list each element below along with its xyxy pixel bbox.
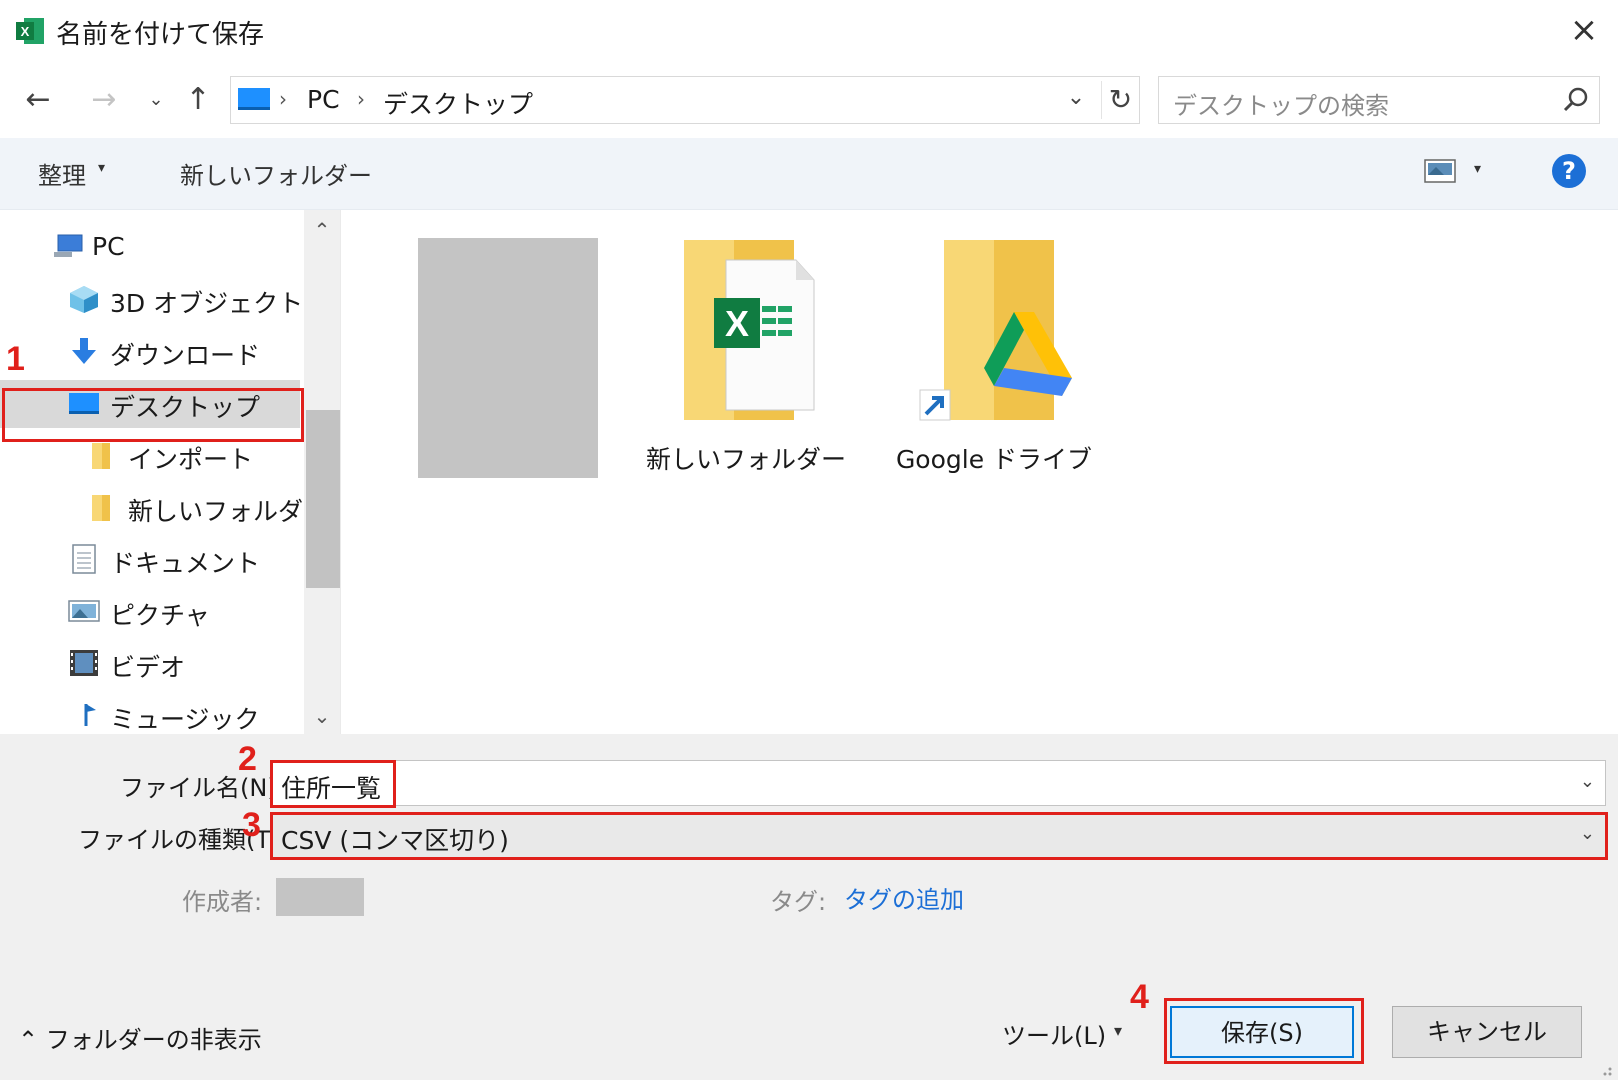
annotation-step-4: 4 (1130, 978, 1149, 1016)
author-label: 作成者: (182, 888, 263, 916)
svg-text:X: X (21, 24, 30, 39)
filetype-select[interactable]: CSV (コンマ区切り) ⌄ (270, 812, 1606, 858)
file-item-google-drive[interactable]: Google ドライブ (894, 240, 1094, 490)
organize-caret-icon[interactable]: ▾ (98, 160, 105, 176)
tree-label: ドキュメント (110, 549, 261, 578)
tree-item-downloads[interactable]: ダウンロード (0, 328, 300, 376)
chevron-down-icon[interactable]: ⌄ (1580, 823, 1595, 844)
file-item-label: Google ドライブ (895, 445, 1093, 474)
search-placeholder[interactable]: デスクトップの検索 (1173, 86, 1389, 121)
save-button[interactable]: 保存(S) (1170, 1006, 1354, 1058)
tree-item-pictures[interactable]: ピクチャ (0, 588, 300, 636)
save-options-panel: ファイル名(N): 住所一覧 ⌄ ファイルの種類(T): CSV (コンマ区切り… (0, 734, 1618, 1080)
filename-label: ファイル名(N): (120, 774, 285, 802)
folder-icon (92, 495, 110, 521)
navigation-pane: PC 3D オブジェクト ダウンロード デスクトップ インポート 新しいフォルダ… (0, 210, 340, 734)
google-drive-folder-icon (919, 240, 1072, 421)
forward-arrow-icon[interactable]: → (86, 82, 122, 118)
music-icon (84, 704, 96, 726)
tree-item-music[interactable]: ミュージック (0, 692, 300, 734)
breadcrumb-desktop[interactable]: デスクトップ (383, 85, 533, 121)
close-icon[interactable]: × (1566, 12, 1602, 48)
up-arrow-icon[interactable]: ↑ (180, 82, 216, 118)
3d-objects-icon (70, 286, 98, 313)
desktop-icon (69, 393, 99, 414)
breadcrumb-separator-icon: › (357, 87, 365, 111)
documents-icon (72, 544, 96, 574)
tree-label: ピクチャ (110, 601, 210, 630)
window-title: 名前を付けて保存 (56, 20, 265, 50)
annotation-step-2: 2 (238, 740, 257, 778)
recent-locations-chevron-icon[interactable]: ⌄ (138, 82, 174, 118)
tags-label: タグ: (770, 888, 827, 916)
hide-folders-label: フォルダーの非表示 (45, 1026, 262, 1054)
navigation-scrollbar[interactable]: ⌃ ⌄ (304, 210, 340, 734)
tree-item-desktop[interactable]: デスクトップ (0, 380, 300, 428)
tree-label: デスクトップ (110, 393, 261, 422)
scroll-down-icon[interactable]: ⌄ (304, 698, 340, 734)
filename-field[interactable]: 住所一覧 ⌄ (270, 760, 1606, 806)
svg-text:X: X (725, 303, 749, 344)
address-dropdown-icon[interactable]: ⌄ (1061, 85, 1091, 110)
download-icon (72, 338, 96, 364)
file-item-new-folder[interactable]: X 新しいフォルダー (646, 240, 846, 490)
view-caret-icon[interactable]: ▾ (1474, 161, 1481, 177)
tree-item-documents[interactable]: ドキュメント (0, 536, 300, 584)
navigation-bar: ← → ⌄ ↑ › PC › デスクトップ ⌄ ↻ デスクトップの検索 (0, 62, 1618, 138)
help-icon[interactable]: ? (1552, 154, 1586, 188)
annotation-step-3: 3 (242, 806, 261, 844)
command-toolbar: 整理 ▾ 新しいフォルダー ▾ ? (0, 138, 1618, 210)
author-field[interactable] (276, 878, 364, 916)
scroll-up-icon[interactable]: ⌃ (304, 212, 340, 248)
view-options-icon[interactable] (1424, 158, 1456, 184)
tree-label: ビデオ (110, 653, 186, 682)
title-bar: X 名前を付けて保存 × (0, 0, 1618, 62)
cancel-button[interactable]: キャンセル (1392, 1006, 1582, 1058)
search-box[interactable]: デスクトップの検索 (1158, 76, 1600, 124)
organize-button[interactable]: 整理 (38, 156, 86, 191)
tools-caret-icon[interactable]: ▾ (1114, 1021, 1122, 1040)
refresh-icon[interactable]: ↻ (1101, 81, 1139, 119)
tools-button[interactable]: ツール(L) (1002, 1016, 1106, 1051)
hide-folders-button[interactable]: ⌃ フォルダーの非表示 (18, 1020, 262, 1055)
new-folder-button[interactable]: 新しいフォルダー (180, 156, 372, 191)
excel-folder-icon: X (684, 240, 815, 420)
chevron-down-icon[interactable]: ⌄ (1580, 771, 1595, 792)
tree-label: ミュージック (110, 705, 260, 734)
chevron-up-icon: ⌃ (18, 1026, 39, 1054)
filename-value[interactable]: 住所一覧 (281, 769, 381, 805)
resize-grip-icon[interactable] (1596, 1060, 1614, 1078)
tree-item-new-folder[interactable]: 新しいフォルダー (0, 484, 328, 532)
tree-label: ダウンロード (110, 341, 261, 370)
file-item-label: 新しいフォルダー (646, 445, 847, 474)
add-tag-link[interactable]: タグの追加 (844, 880, 964, 915)
video-icon (70, 650, 98, 676)
pc-icon (54, 234, 83, 257)
scroll-thumb[interactable] (306, 410, 340, 588)
back-arrow-icon[interactable]: ← (20, 82, 56, 118)
tree-label: 3D オブジェクト (110, 289, 304, 318)
tree-item-3d-objects[interactable]: 3D オブジェクト (0, 276, 304, 324)
pictures-icon (68, 600, 100, 622)
file-list: X 新しいフォルダー Google ドライブ (340, 210, 1618, 734)
tree-item-pc[interactable]: PC (0, 224, 300, 272)
breadcrumb-pc[interactable]: PC (307, 85, 340, 114)
tree-label: PC (92, 232, 125, 261)
search-icon[interactable] (1561, 85, 1591, 115)
tree-label: 新しいフォルダー (128, 497, 329, 526)
tree-item-import[interactable]: インポート (0, 432, 300, 480)
excel-app-icon: X (16, 18, 44, 44)
filetype-value[interactable]: CSV (コンマ区切り) (281, 821, 509, 857)
tree-item-videos[interactable]: ビデオ (0, 640, 300, 688)
folder-icon (92, 443, 110, 469)
breadcrumb-separator-icon: › (279, 87, 287, 111)
redacted-thumbnail[interactable] (418, 238, 598, 478)
desktop-icon (238, 88, 270, 110)
address-bar[interactable]: › PC › デスクトップ ⌄ ↻ (230, 76, 1140, 124)
annotation-step-1: 1 (6, 340, 25, 378)
tree-label: インポート (128, 445, 254, 474)
